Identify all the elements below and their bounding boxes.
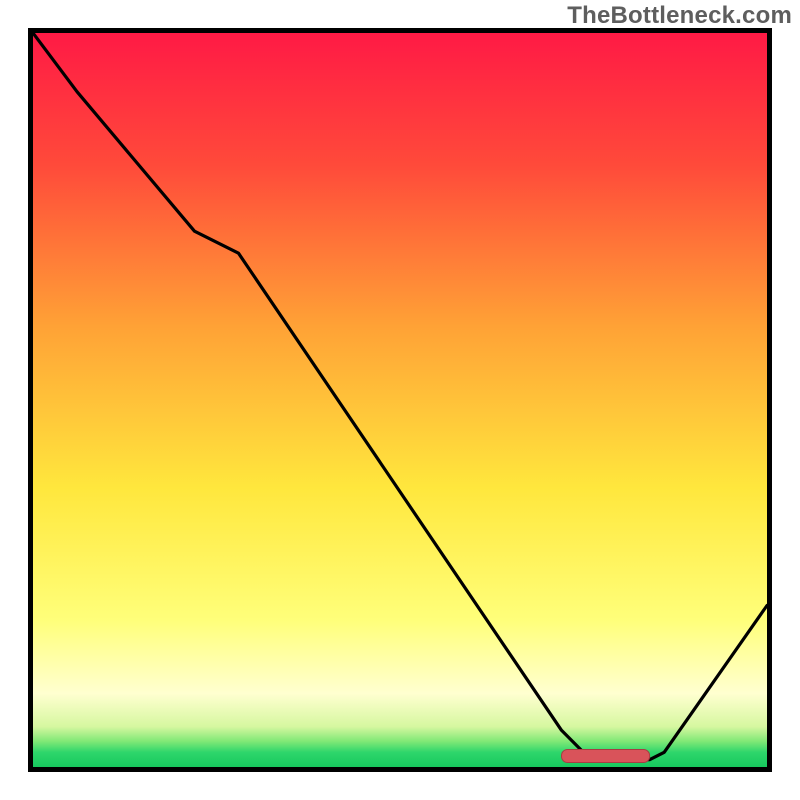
optimal-range-marker <box>562 750 650 763</box>
watermark-text: TheBottleneck.com <box>567 2 792 30</box>
chart-stage: TheBottleneck.com <box>0 0 800 800</box>
bottleneck-chart <box>33 33 767 767</box>
plot-frame <box>28 28 772 772</box>
gradient-background <box>33 33 767 767</box>
